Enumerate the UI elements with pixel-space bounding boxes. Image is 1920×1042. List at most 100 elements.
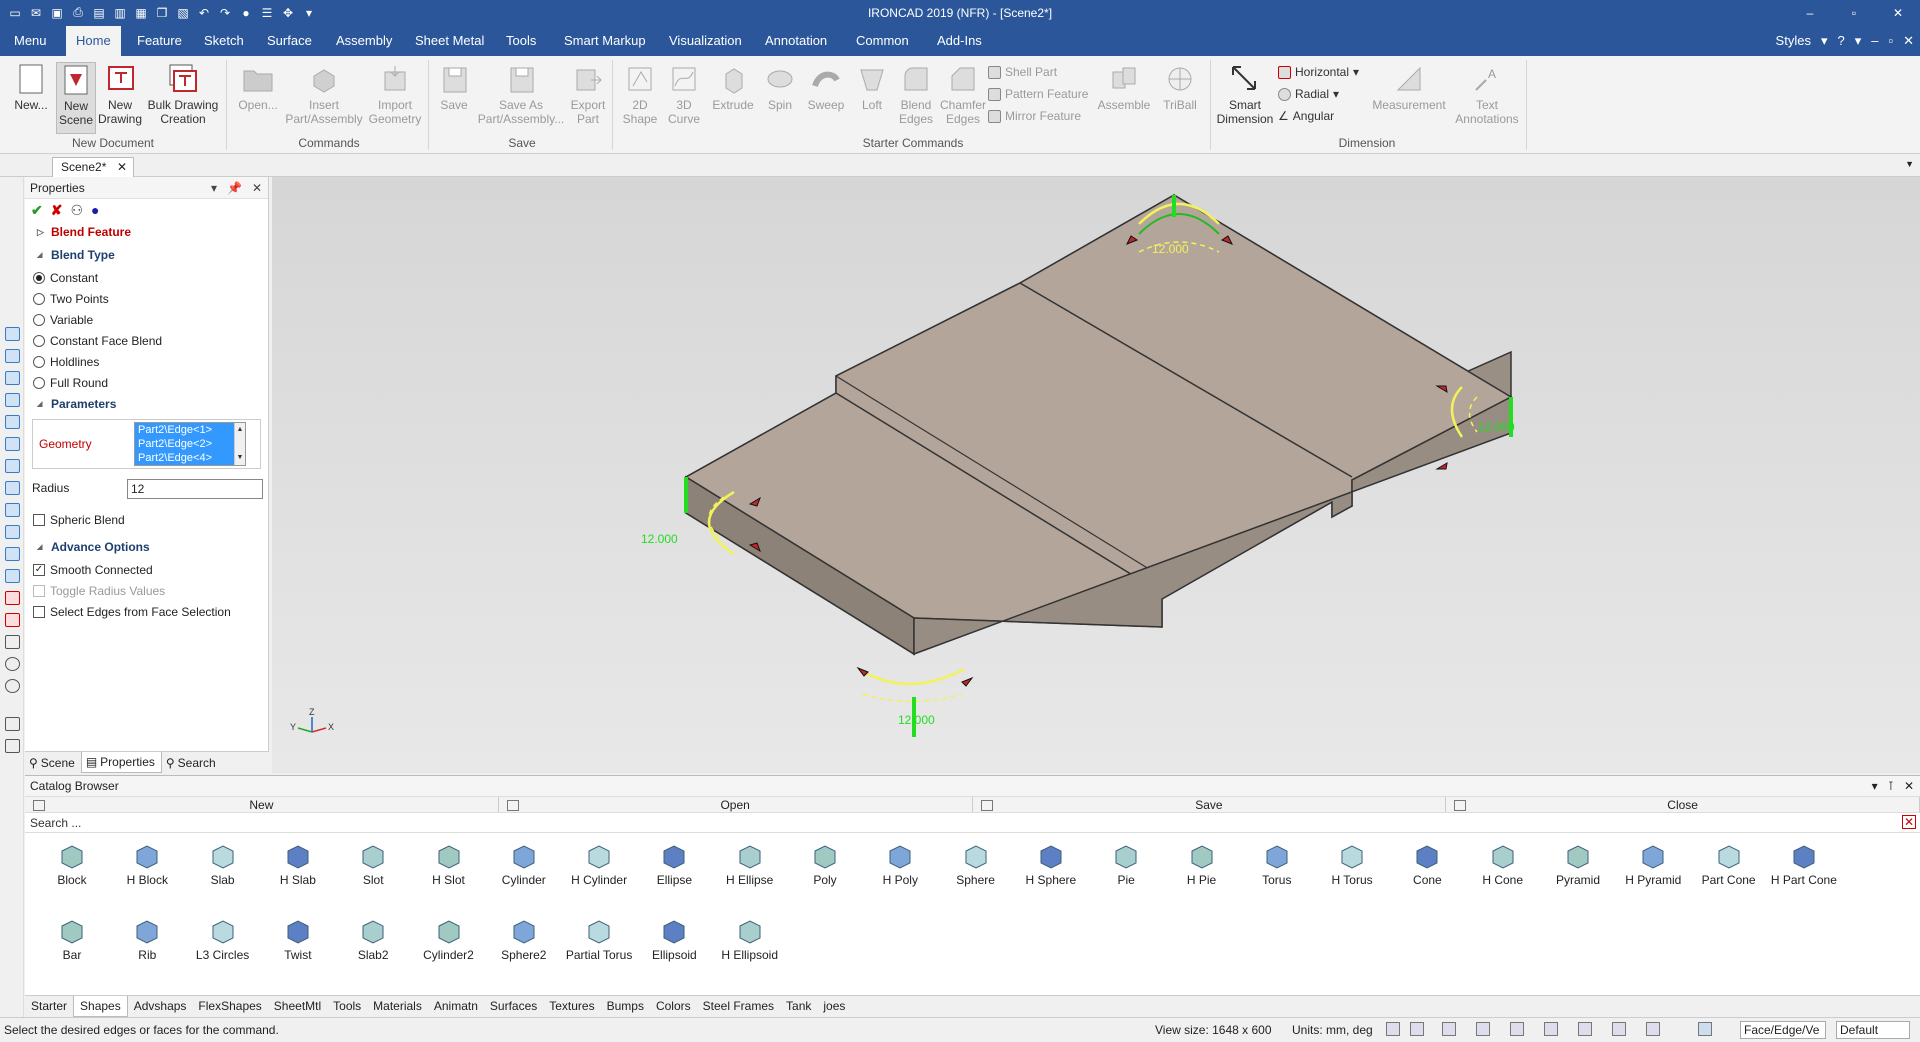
geometry-item[interactable]: Part2\Edge<1>	[135, 423, 235, 437]
dimension-label[interactable]: 12.000	[1152, 242, 1189, 256]
catalog-tab-animatn[interactable]: Animatn	[428, 996, 484, 1017]
catalog-shape-h-ellipsoid[interactable]: H Ellipsoid	[715, 918, 785, 962]
styles-button[interactable]: Styles	[1776, 26, 1811, 56]
save-as-button[interactable]: Save As Part/Assembly...	[474, 62, 568, 126]
zoom-icon[interactable]	[1410, 1022, 1424, 1036]
parameters-section[interactable]: Parameters	[25, 393, 268, 416]
catalog-tab-advshaps[interactable]: Advshaps	[128, 996, 193, 1017]
select-edges-checkbox[interactable]: Select Edges from Face Selection	[25, 601, 268, 622]
tab-scene[interactable]: ⚲ Scene	[25, 752, 81, 773]
catalog-tab-textures[interactable]: Textures	[543, 996, 600, 1017]
tab-visualization[interactable]: Visualization	[659, 26, 752, 56]
catalog-shape-twist[interactable]: Twist	[263, 918, 333, 962]
insert-part-button[interactable]: Insert Part/Assembly	[284, 62, 364, 126]
triball-button[interactable]: TriBall	[1156, 62, 1204, 112]
catalog-tab-bumps[interactable]: Bumps	[601, 996, 650, 1017]
catalog-shape-pie[interactable]: Pie	[1091, 843, 1161, 887]
circle-icon[interactable]	[5, 657, 20, 671]
tool-icon[interactable]	[5, 717, 20, 731]
radio-variable[interactable]: Variable	[25, 309, 268, 330]
catalog-tab-tank[interactable]: Tank	[780, 996, 817, 1017]
catalog-close-icon[interactable]: ✕	[1904, 776, 1914, 796]
shell-part-button[interactable]: Shell Part	[988, 62, 1057, 82]
new-scene-button[interactable]: New Scene	[56, 62, 96, 134]
catalog-shape-slab[interactable]: Slab	[188, 843, 258, 887]
tab-sketch[interactable]: Sketch	[194, 26, 254, 56]
catalog-shape-h-cone[interactable]: H Cone	[1468, 843, 1538, 887]
display-icon[interactable]	[1578, 1022, 1592, 1036]
spheric-blend-checkbox[interactable]: Spheric Blend	[25, 509, 268, 530]
spin-button[interactable]: Spin	[758, 62, 802, 112]
checkbox[interactable]	[33, 584, 45, 597]
styles-dropdown-icon[interactable]: ▾	[1821, 26, 1828, 56]
radio-button[interactable]	[33, 313, 45, 326]
tab-common[interactable]: Common	[846, 26, 919, 56]
smart-dimension-button[interactable]: Smart Dimension	[1212, 62, 1278, 126]
open-button[interactable]: Open...	[234, 62, 282, 112]
tab-feature[interactable]: Feature	[127, 26, 192, 56]
maximize-button[interactable]: ▫	[1832, 0, 1876, 26]
catalog-save-button[interactable]: Save	[972, 797, 1447, 812]
help-icon[interactable]: ?	[1837, 26, 1844, 56]
catalog-shape-h-pyramid[interactable]: H Pyramid	[1618, 843, 1688, 887]
catalog-shape-cylinder2[interactable]: Cylinder2	[414, 918, 484, 962]
pin-icon[interactable]: ⊺	[1888, 776, 1894, 796]
pattern-feature-button[interactable]: Pattern Feature	[988, 84, 1088, 104]
radio-button[interactable]	[33, 355, 45, 368]
export-part-button[interactable]: Export Part	[568, 62, 608, 126]
new-drawing-button[interactable]: New Drawing	[98, 62, 142, 126]
2d-shape-button[interactable]: 2D Shape	[618, 62, 662, 126]
tab-add-ins[interactable]: Add-Ins	[927, 26, 992, 56]
catalog-close-button[interactable]: Close	[1446, 797, 1920, 812]
blend-edges-button[interactable]: Blend Edges	[894, 62, 938, 126]
catalog-shape-sphere2[interactable]: Sphere2	[489, 918, 559, 962]
geometry-item[interactable]: Part2\Edge<2>	[135, 437, 235, 451]
catalog-shape-h-pie[interactable]: H Pie	[1167, 843, 1237, 887]
zoom-icon[interactable]	[1386, 1022, 1400, 1036]
3d-curve-button[interactable]: 3D Curve	[664, 62, 704, 126]
tabs-dropdown-icon[interactable]: ▼	[1905, 159, 1914, 169]
doc-minimize-button[interactable]: –	[1871, 26, 1878, 56]
catalog-shape-h-ellipse[interactable]: H Ellipse	[715, 843, 785, 887]
import-geometry-button[interactable]: Import Geometry	[366, 62, 424, 126]
catalog-shape-sphere[interactable]: Sphere	[941, 843, 1011, 887]
catalog-shape-rib[interactable]: Rib	[112, 918, 182, 962]
accept-check-icon[interactable]: ✔	[31, 202, 43, 219]
view-icon[interactable]	[5, 415, 20, 429]
checkbox[interactable]	[33, 513, 45, 526]
text-annotations-button[interactable]: A Text Annotations	[1452, 62, 1522, 126]
catalog-shape-h-cylinder[interactable]: H Cylinder	[564, 843, 634, 887]
view-icon[interactable]	[5, 393, 20, 407]
radio-full-round[interactable]: Full Round	[25, 372, 268, 393]
geometry-item[interactable]: Part2\Edge<4>	[135, 451, 235, 465]
doc-restore-button[interactable]: ▫	[1888, 26, 1893, 56]
catalog-search-input[interactable]: Search ... ✕	[25, 813, 1920, 833]
toggle-radius-checkbox[interactable]: Toggle Radius Values	[25, 580, 268, 601]
view-icon[interactable]	[5, 503, 20, 517]
preview-glasses-icon[interactable]: ⚇	[70, 202, 83, 219]
catalog-shape-h-poly[interactable]: H Poly	[865, 843, 935, 887]
lighting-icon[interactable]	[1510, 1022, 1524, 1036]
blend-feature-section[interactable]: Blend Feature	[25, 221, 268, 244]
radio-button[interactable]	[33, 271, 45, 284]
clear-search-icon[interactable]: ✕	[1902, 815, 1916, 829]
catalog-shape-pyramid[interactable]: Pyramid	[1543, 843, 1613, 887]
assemble-button[interactable]: Assemble	[1094, 62, 1154, 112]
view-icon[interactable]	[5, 371, 20, 385]
close-tab-icon[interactable]: ✕	[117, 158, 127, 176]
catalog-tab-materials[interactable]: Materials	[367, 996, 428, 1017]
tool-icon[interactable]	[5, 739, 20, 753]
part-model[interactable]	[684, 194, 1513, 656]
catalog-tab-tools[interactable]: Tools	[327, 996, 367, 1017]
view-cube-icon[interactable]	[1476, 1022, 1490, 1036]
advance-options-section[interactable]: Advance Options	[25, 536, 268, 559]
dimension-label[interactable]: 12.000	[641, 532, 678, 546]
catalog-tab-joes[interactable]: joes	[817, 996, 851, 1017]
view-icon[interactable]	[5, 327, 20, 341]
tab-home[interactable]: Home	[66, 26, 121, 56]
catalog-shape-h-slab[interactable]: H Slab	[263, 843, 333, 887]
save-button[interactable]: Save	[436, 62, 472, 112]
sweep-button[interactable]: Sweep	[802, 62, 850, 112]
radius-input[interactable]: 12	[127, 479, 263, 499]
measurement-button[interactable]: Measurement	[1368, 62, 1450, 112]
